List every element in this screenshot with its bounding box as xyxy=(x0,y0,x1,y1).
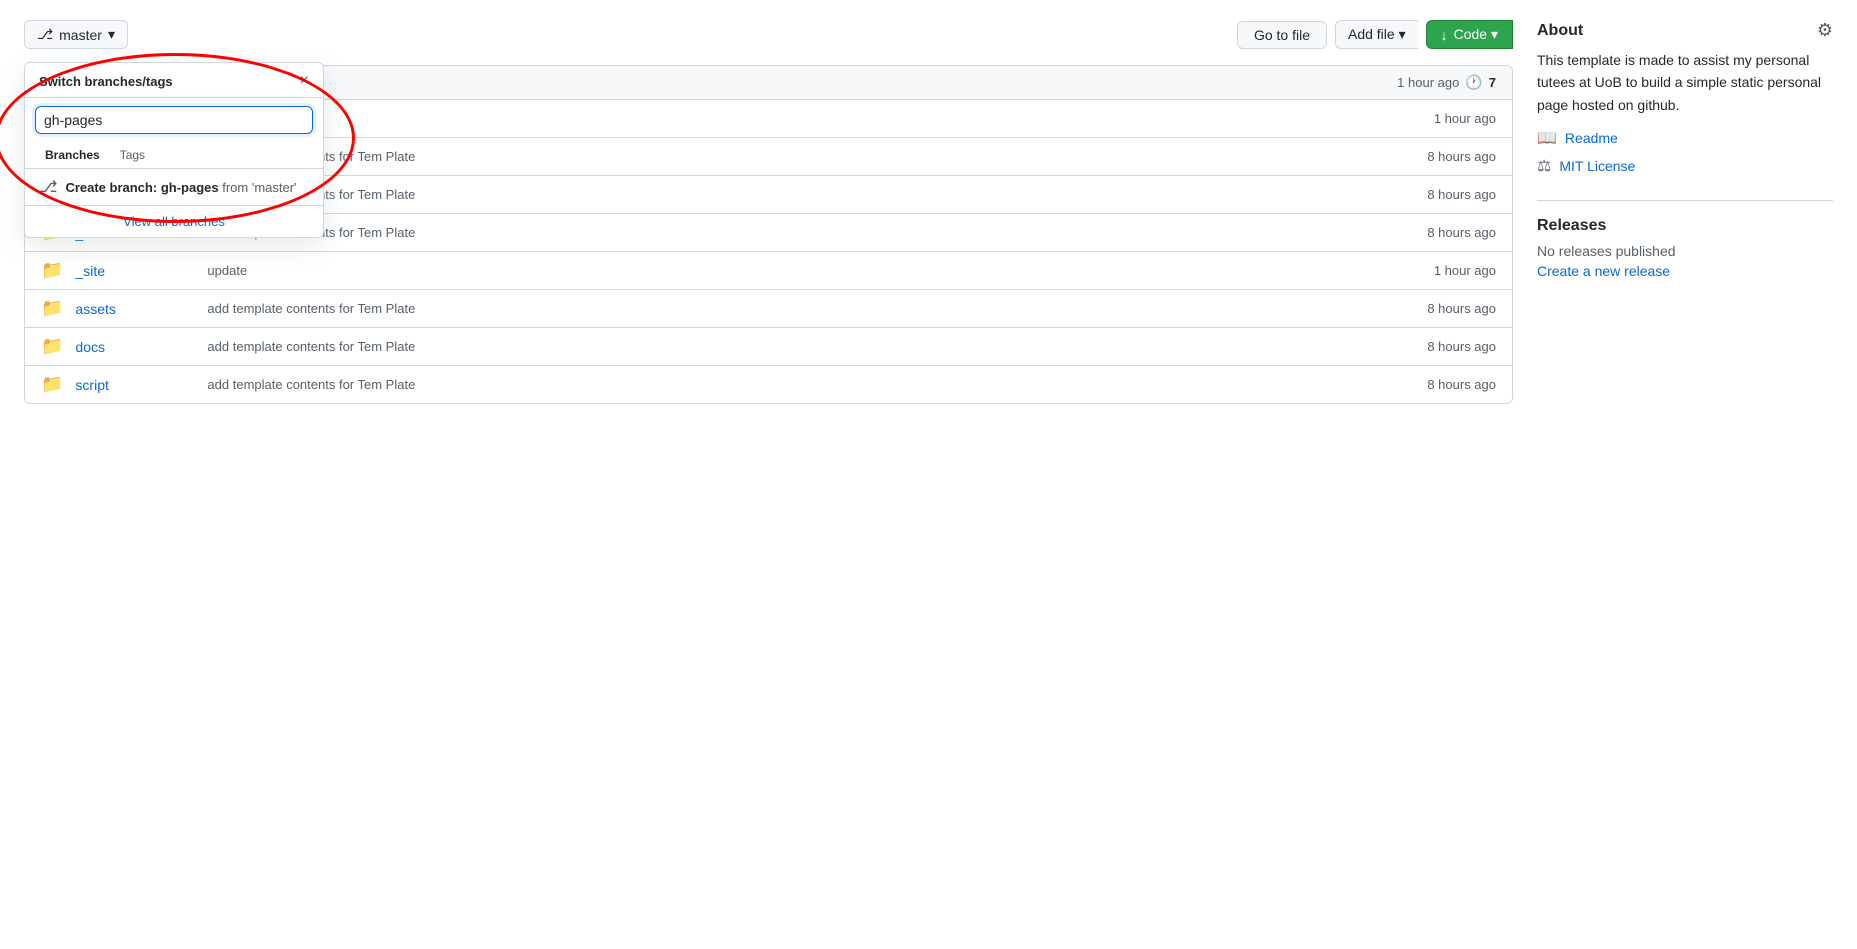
toolbar: ⎇ master ▾ Go to file Add file ▾ ↓ Code … xyxy=(24,20,1513,49)
file-name[interactable]: assets xyxy=(75,301,195,317)
readme-link[interactable]: 📖 Readme xyxy=(1537,128,1833,148)
view-all-branches-link[interactable]: View all branches xyxy=(25,205,323,237)
create-branch-name: gh-pages xyxy=(161,180,219,195)
dropdown-title: Switch branches/tags xyxy=(39,74,173,89)
branch-icon: ⎇ xyxy=(37,26,53,43)
file-time: 8 hours ago xyxy=(1406,339,1496,354)
file-commit: add template contents for Tem Plate xyxy=(207,225,1394,240)
tags-tab[interactable]: Tags xyxy=(110,142,155,168)
folder-icon: 📁 xyxy=(41,374,63,395)
file-time: 8 hours ago xyxy=(1406,187,1496,202)
branch-icon-create: ⎇ xyxy=(39,177,57,197)
search-input-container xyxy=(25,98,323,142)
license-label: MIT License xyxy=(1559,158,1635,174)
about-description: This template is made to assist my perso… xyxy=(1537,49,1833,116)
file-commit: add template contents for Tem Plate xyxy=(207,377,1394,392)
file-commit: add template contents for Tem Plate xyxy=(207,149,1394,164)
commit-count: 7 xyxy=(1489,75,1496,90)
table-row: 📁 docs add template contents for Tem Pla… xyxy=(25,328,1512,366)
file-name[interactable]: docs xyxy=(75,339,195,355)
add-file-button[interactable]: Add file ▾ xyxy=(1335,20,1418,49)
commit-time: 1 hour ago xyxy=(1397,75,1459,90)
license-link[interactable]: ⚖ MIT License xyxy=(1537,156,1833,176)
create-branch-prefix: Create branch: gh-pages from 'master' xyxy=(65,180,296,195)
branch-selector-button[interactable]: ⎇ master ▾ xyxy=(24,20,128,49)
releases-section: Releases No releases published Create a … xyxy=(1537,217,1833,279)
branch-dropdown: Switch branches/tags × Branches Tags ⎇ C… xyxy=(24,62,324,238)
go-to-file-button[interactable]: Go to file xyxy=(1237,21,1327,49)
file-time: 1 hour ago xyxy=(1406,111,1496,126)
gear-icon[interactable]: ⚙ xyxy=(1817,20,1833,41)
file-commit: add template contents for Tem Plate xyxy=(207,301,1394,316)
readme-icon: 📖 xyxy=(1537,128,1557,148)
file-commit: update xyxy=(207,263,1394,278)
history-icon: 🕐 xyxy=(1465,74,1482,91)
create-from: from 'master' xyxy=(222,180,296,195)
dropdown-header: Switch branches/tags × xyxy=(25,63,323,98)
table-row: 📁 _site update 1 hour ago xyxy=(25,252,1512,290)
no-releases-text: No releases published xyxy=(1537,243,1833,259)
branches-tab[interactable]: Branches xyxy=(35,142,110,168)
create-branch-item[interactable]: ⎇ Create branch: gh-pages from 'master' xyxy=(25,169,323,205)
file-time: 1 hour ago xyxy=(1406,263,1496,278)
code-label: Code ▾ xyxy=(1454,26,1498,43)
file-name[interactable]: script xyxy=(75,377,195,393)
add-file-split-button: Add file ▾ xyxy=(1335,20,1418,49)
table-row: 📁 assets add template contents for Tem P… xyxy=(25,290,1512,328)
code-button[interactable]: ↓ Code ▾ xyxy=(1426,20,1513,49)
chevron-down-icon: ▾ xyxy=(108,26,115,43)
readme-label: Readme xyxy=(1565,130,1618,146)
dropdown-tabs: Branches Tags xyxy=(25,142,323,169)
create-label: Create branch: xyxy=(65,180,160,195)
file-time: 8 hours ago xyxy=(1406,301,1496,316)
download-icon: ↓ xyxy=(1441,27,1448,43)
file-name[interactable]: _site xyxy=(75,263,195,279)
sidebar: About ⚙ This template is made to assist … xyxy=(1537,20,1833,404)
create-release-link[interactable]: Create a new release xyxy=(1537,263,1670,279)
releases-title: Releases xyxy=(1537,217,1833,235)
license-icon: ⚖ xyxy=(1537,156,1551,176)
about-section: About ⚙ This template is made to assist … xyxy=(1537,20,1833,176)
file-commit: add template contents for Tem Plate xyxy=(207,187,1394,202)
dropdown-close-button[interactable]: × xyxy=(300,73,309,89)
about-header: About ⚙ xyxy=(1537,20,1833,41)
toolbar-right: Go to file Add file ▾ ↓ Code ▾ xyxy=(1237,20,1513,49)
commit-info: 1 hour ago 🕐 7 xyxy=(1397,74,1496,91)
folder-icon: 📁 xyxy=(41,298,63,319)
file-time: 8 hours ago xyxy=(1406,149,1496,164)
branch-label: master xyxy=(59,27,102,43)
about-title: About xyxy=(1537,22,1583,40)
file-time: 8 hours ago xyxy=(1406,225,1496,240)
sidebar-divider xyxy=(1537,200,1833,201)
folder-icon: 📁 xyxy=(41,260,63,281)
code-split-button: ↓ Code ▾ xyxy=(1426,20,1513,49)
file-commit: add template contents for Tem Plate xyxy=(207,339,1394,354)
folder-icon: 📁 xyxy=(41,336,63,357)
branch-search-input[interactable] xyxy=(35,106,313,134)
file-time: 8 hours ago xyxy=(1406,377,1496,392)
table-row: 📁 script add template contents for Tem P… xyxy=(25,366,1512,403)
